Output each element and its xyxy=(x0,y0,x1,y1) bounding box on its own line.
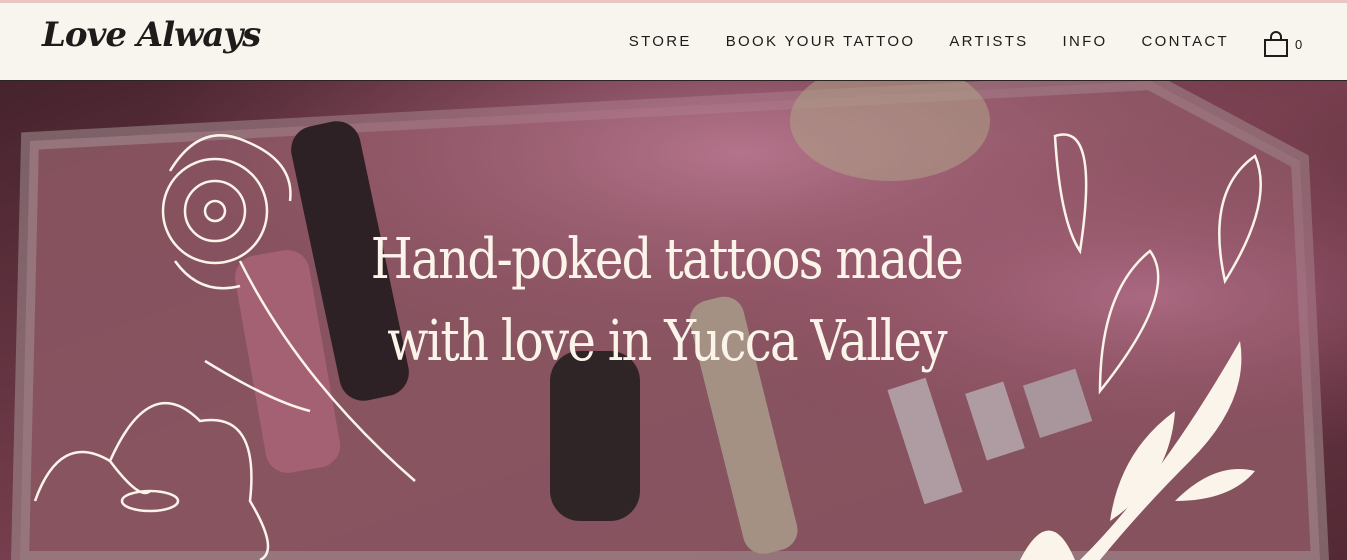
headline-line-2: with love in Yucca Valley xyxy=(387,309,947,374)
nav-artists[interactable]: ARTISTS xyxy=(949,33,1028,50)
hero-headline: Hand-poked tattoos made with love in Yuc… xyxy=(0,219,1333,383)
hero-banner: Hand-poked tattoos made with love in Yuc… xyxy=(0,81,1347,560)
main-nav: STORE BOOK YOUR TATTOO ARTISTS INFO CONT… xyxy=(629,33,1229,50)
nav-book-your-tattoo[interactable]: BOOK YOUR TATTOO xyxy=(726,33,916,50)
nav-info[interactable]: INFO xyxy=(1062,33,1107,50)
headline-line-1: Hand-poked tattoos made xyxy=(370,227,964,292)
shopping-bag-icon[interactable] xyxy=(1263,30,1289,58)
site-logo[interactable]: Love Always xyxy=(42,15,261,55)
site-header: Love Always STORE BOOK YOUR TATTOO ARTIS… xyxy=(0,3,1347,81)
cart-count[interactable]: 0 xyxy=(1295,37,1302,52)
nav-contact[interactable]: CONTACT xyxy=(1142,33,1229,50)
nav-store[interactable]: STORE xyxy=(629,33,692,50)
